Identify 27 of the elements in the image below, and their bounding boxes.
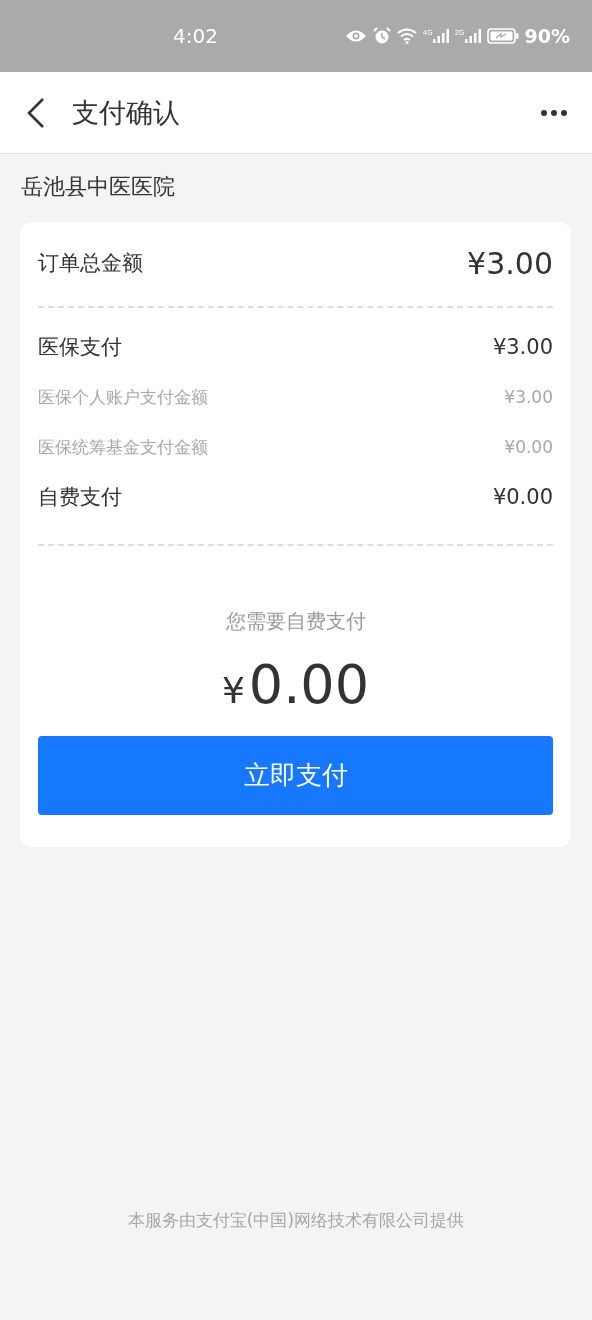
payment-amount: ¥0.00 xyxy=(492,485,553,509)
payment-label: 医保统筹基金支付金额 xyxy=(38,435,208,459)
eye-icon xyxy=(344,29,367,43)
payment-label: 医保个人账户支付金额 xyxy=(38,385,208,409)
hospital-name: 岳池县中医医院 xyxy=(20,173,176,201)
payment-label: 医保支付 xyxy=(38,334,122,361)
payment-label: 自费支付 xyxy=(38,484,122,511)
total-amount: ¥3.00 xyxy=(467,245,553,281)
page-title: 支付确认 xyxy=(72,95,181,130)
more-icon[interactable] xyxy=(540,108,568,117)
clock-time: 4:02 xyxy=(173,24,218,48)
payment-amount: ¥3.00 xyxy=(504,387,553,407)
payment-amount: ¥3.00 xyxy=(492,335,553,359)
battery-level: 90% xyxy=(524,25,570,47)
payment-amount: ¥0.00 xyxy=(504,437,553,457)
battery-icon xyxy=(486,28,519,44)
due-amount: 0.00 xyxy=(248,653,370,716)
payment-prompt: 您需要自费支付 xyxy=(224,608,367,635)
total-label: 订单总金额 xyxy=(38,250,143,277)
signal-icon xyxy=(464,29,481,43)
wifi-icon xyxy=(396,28,417,44)
currency-symbol: ¥ xyxy=(221,670,245,711)
footer-note: 本服务由支付宝(中国)网络技术有限公司提供 xyxy=(126,1209,466,1232)
signal-icon xyxy=(432,29,449,43)
alarm-icon xyxy=(372,27,391,45)
pay-button[interactable]: 立即支付 xyxy=(38,736,553,815)
back-icon[interactable] xyxy=(26,96,46,129)
